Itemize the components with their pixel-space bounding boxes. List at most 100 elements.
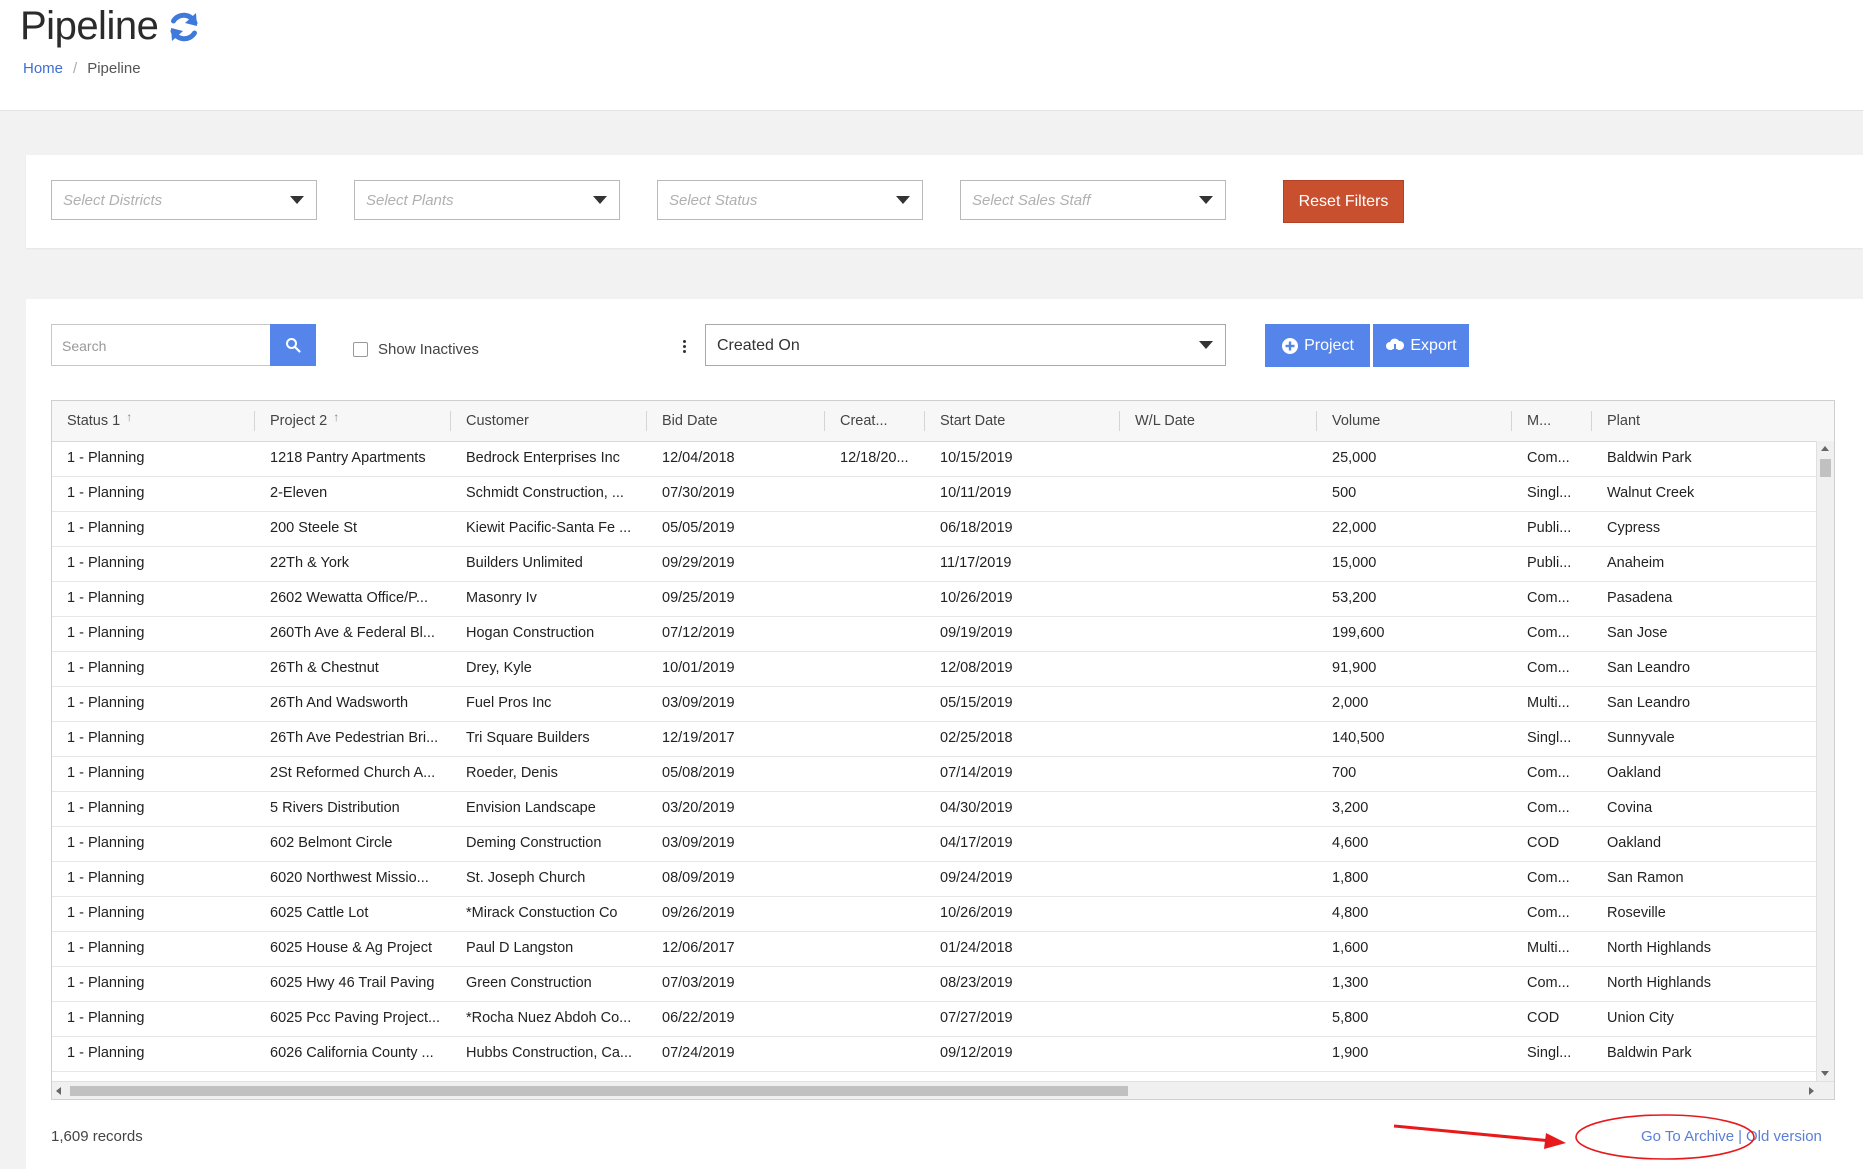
table-row[interactable]: 1 - Planning 6025 Pcc Paving Project... *R… — [52, 1001, 1834, 1037]
vertical-scroll-thumb[interactable] — [1820, 459, 1831, 477]
plants-select[interactable]: Select Plants — [354, 180, 620, 220]
column-header-label: Creat... — [840, 413, 888, 429]
sales-staff-select[interactable]: Select Sales Staff — [960, 180, 1226, 220]
show-inactives-toggle[interactable]: Show Inactives — [353, 341, 479, 358]
table-cell: 04/17/2019 — [940, 835, 1013, 851]
column-header[interactable]: Start Date — [925, 401, 1120, 441]
column-header[interactable]: Bid Date — [647, 401, 825, 441]
table-cell — [825, 651, 925, 686]
table-cell: 12/18/20... — [840, 450, 909, 466]
table-row[interactable]: 1 - Planning 6025 Cattle Lot *Mirack Const… — [52, 896, 1834, 932]
page-title-wrap: Pipeline — [20, 4, 202, 49]
table-row[interactable]: 1 - Planning 26Th & Chestnut Drey, Kyle 10/… — [52, 651, 1834, 687]
table-cell: 2,000 — [1332, 695, 1369, 711]
table-row[interactable]: 1 - Planning 22Th & York Builders Unlimite… — [52, 546, 1834, 582]
table-cell: 03/09/2019 — [662, 835, 735, 851]
column-header[interactable]: Status 1 ↑ — [52, 401, 255, 441]
table-cell: 6026 California County ... — [270, 1045, 434, 1061]
table-cell — [1120, 1036, 1317, 1071]
scroll-left-icon[interactable] — [56, 1087, 61, 1095]
table-cell: 05/05/2019 — [662, 520, 735, 536]
table-cell: 6025 Pcc Paving Project... — [270, 1010, 441, 1026]
column-header[interactable]: Plant — [1592, 401, 1834, 441]
column-divider[interactable] — [824, 411, 825, 431]
table-cell: Roseville — [1607, 905, 1666, 921]
table-cell: Publi... — [1527, 520, 1572, 536]
table-cell: Baldwin Park — [1607, 1045, 1692, 1061]
table-cell: 09/29/2019 — [662, 555, 735, 571]
table-cell — [1120, 546, 1317, 581]
column-divider[interactable] — [924, 411, 925, 431]
column-divider[interactable] — [1119, 411, 1120, 431]
sort-by-select[interactable]: Created On — [705, 324, 1226, 366]
annotation-arrow-head — [1544, 1133, 1566, 1149]
table-cell: Com... — [1527, 765, 1570, 781]
column-divider[interactable] — [1511, 411, 1512, 431]
table-cell — [1120, 966, 1317, 1001]
table-cell: Com... — [1527, 450, 1570, 466]
table-cell: 10/11/2019 — [940, 485, 1012, 501]
table-cell — [825, 791, 925, 826]
column-divider[interactable] — [1316, 411, 1317, 431]
column-divider[interactable] — [1591, 411, 1592, 431]
table-row[interactable]: 1 - Planning 2-Eleven Schmidt Construction… — [52, 476, 1834, 512]
column-divider[interactable] — [254, 411, 255, 431]
column-header[interactable]: Volume — [1317, 401, 1512, 441]
table-row[interactable]: 1 - Planning 26Th Ave Pedestrian Bri... Tr… — [52, 721, 1834, 757]
table-cell: *Mirack Constuction Co — [466, 905, 618, 921]
table-row[interactable]: 1 - Planning 6025 Hwy 46 Trail Paving Gree… — [52, 966, 1834, 1002]
add-project-button[interactable]: Project — [1265, 324, 1370, 367]
table-cell: 12/08/2019 — [940, 660, 1013, 676]
status-select[interactable]: Select Status — [657, 180, 923, 220]
table-cell: 12/19/2017 — [662, 730, 735, 746]
table-cell: Roeder, Denis — [466, 765, 558, 781]
table-row[interactable]: 1 - Planning 260Th Ave & Federal Bl... Hog… — [52, 616, 1834, 652]
scroll-down-icon[interactable] — [1821, 1071, 1829, 1076]
column-header[interactable]: W/L Date — [1120, 401, 1317, 441]
table-row[interactable]: 1 - Planning 6020 Northwest Missio... St. … — [52, 861, 1834, 897]
refresh-icon[interactable] — [166, 9, 202, 45]
table-row[interactable]: 1 - Planning 2602 Wewatta Office/P... Maso… — [52, 581, 1834, 617]
table-row[interactable]: 1 - Planning 5 Rivers Distribution Envisio… — [52, 791, 1834, 827]
table-cell — [1120, 721, 1317, 756]
table-cell: 01/24/2018 — [940, 940, 1013, 956]
table-row[interactable]: 1 - Planning 6026 California County ... Hu… — [52, 1036, 1834, 1072]
table-cell: 26Th & Chestnut — [270, 660, 379, 676]
column-header-label: Plant — [1607, 413, 1641, 429]
table-cell: 1,600 — [1332, 940, 1369, 956]
breadcrumb-home-link[interactable]: Home — [23, 60, 63, 77]
table-cell: 02/25/2018 — [940, 730, 1013, 746]
reset-filters-button[interactable]: Reset Filters — [1283, 180, 1404, 223]
column-header[interactable]: Creat... — [825, 401, 925, 441]
table-row[interactable]: 1 - Planning 602 Belmont Circle Deming Con… — [52, 826, 1834, 862]
search-input[interactable]: Search — [51, 324, 270, 366]
column-header[interactable]: Customer — [451, 401, 647, 441]
column-header[interactable]: M... — [1512, 401, 1592, 441]
vertical-scrollbar[interactable] — [1816, 441, 1834, 1081]
table-cell: Envision Landscape — [466, 800, 596, 816]
scroll-right-icon[interactable] — [1809, 1087, 1814, 1095]
table-cell: 07/27/2019 — [940, 1010, 1013, 1026]
search-button[interactable] — [270, 324, 316, 366]
column-divider[interactable] — [646, 411, 647, 431]
table-row[interactable]: 1 - Planning 2St Reformed Church A... Roed… — [52, 756, 1834, 792]
column-header[interactable]: Project 2 ↑ — [255, 401, 451, 441]
table-row[interactable]: 1 - Planning 200 Steele St Kiewit Pacific-… — [52, 511, 1834, 547]
table-cell — [825, 511, 925, 546]
table-cell: 1,800 — [1332, 870, 1369, 886]
table-cell: 1 - Planning — [67, 800, 145, 816]
horizontal-scrollbar[interactable] — [52, 1081, 1834, 1099]
horizontal-scroll-thumb[interactable] — [70, 1086, 1128, 1096]
scroll-up-icon[interactable] — [1821, 446, 1829, 451]
table-row[interactable]: 1 - Planning 1218 Pantry Apartments Bedroc… — [52, 441, 1834, 477]
search-icon — [286, 338, 301, 353]
table-cell: 12/06/2017 — [662, 940, 735, 956]
show-inactives-checkbox[interactable] — [353, 342, 368, 357]
kebab-menu-icon[interactable] — [683, 340, 687, 355]
export-button[interactable]: Export — [1373, 324, 1469, 367]
column-divider[interactable] — [450, 411, 451, 431]
table-row[interactable]: 1 - Planning 6025 House & Ag Project Paul … — [52, 931, 1834, 967]
districts-select[interactable]: Select Districts — [51, 180, 317, 220]
table-cell: 6020 Northwest Missio... — [270, 870, 429, 886]
table-row[interactable]: 1 - Planning 26Th And Wadsworth Fuel Pros … — [52, 686, 1834, 722]
